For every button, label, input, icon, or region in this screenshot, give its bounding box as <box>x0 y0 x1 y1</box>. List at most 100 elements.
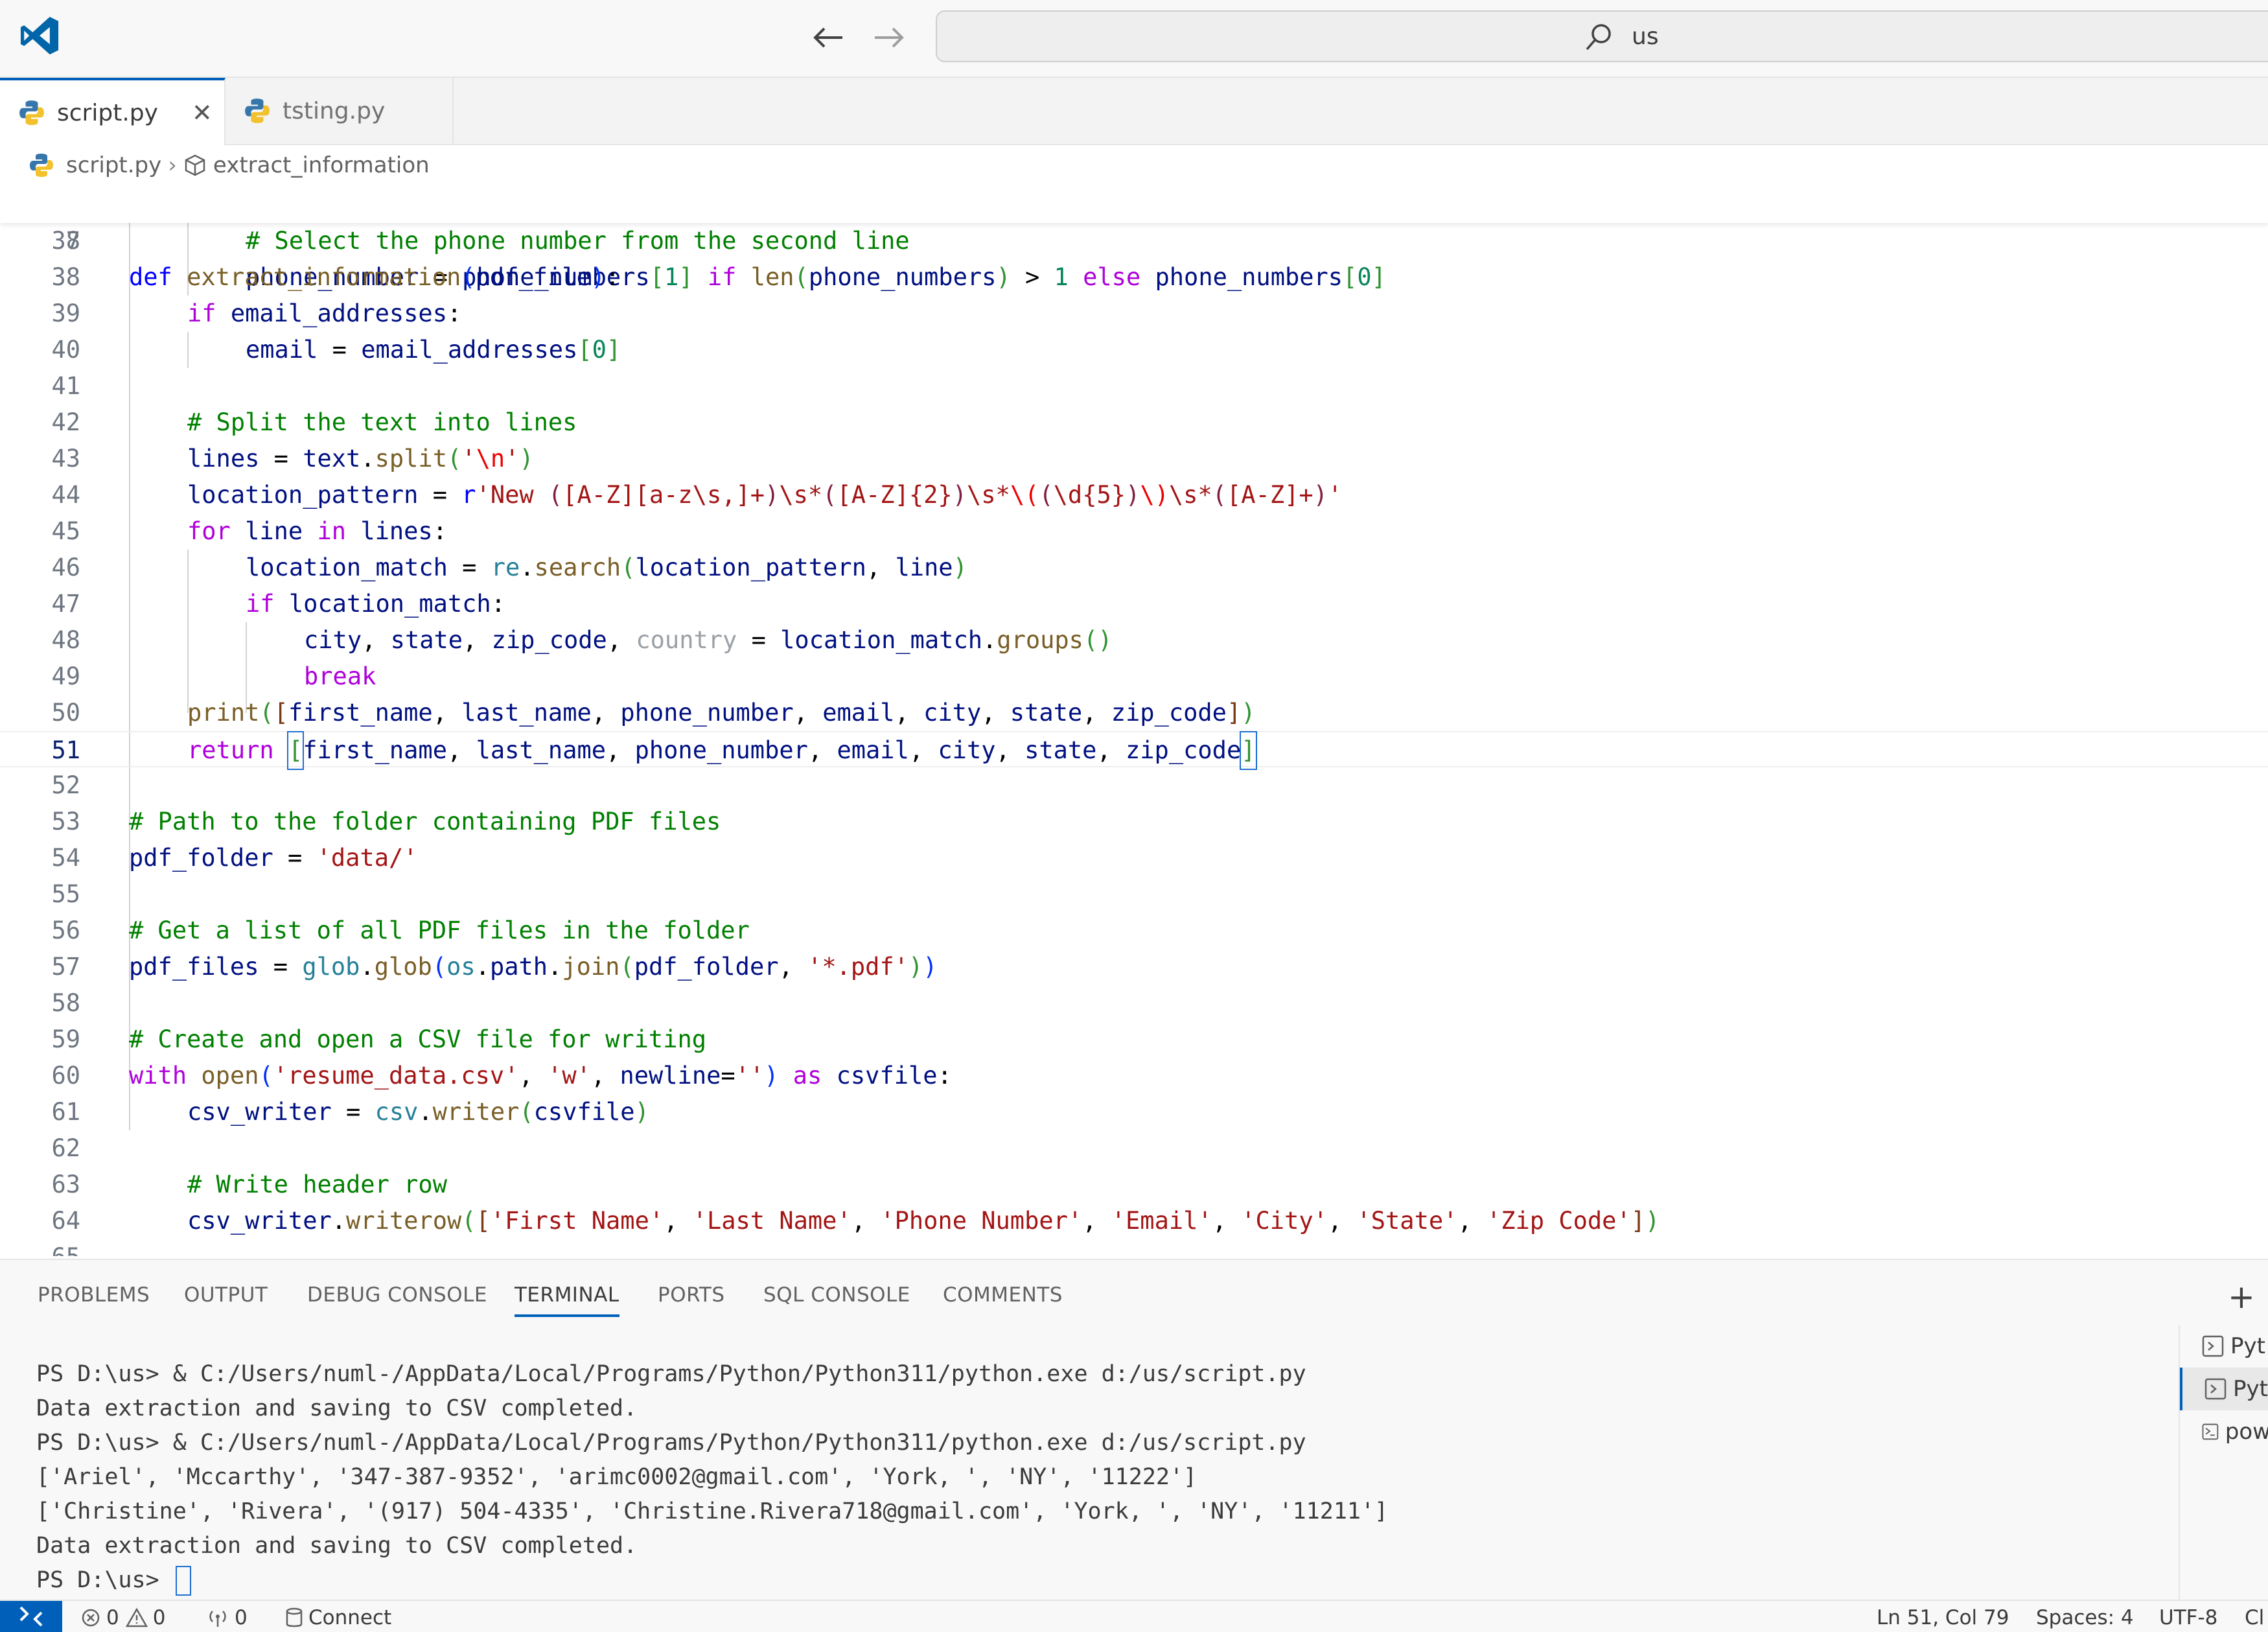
bottom-panel: PROBLEMS OUTPUT DEBUG CONSOLE TERMINAL P… <box>0 1259 2268 1601</box>
eol-status[interactable]: Cl <box>2245 1606 2264 1629</box>
ports-count: 0 <box>235 1606 248 1629</box>
code-row: 46 location_match = re.search(location_pa… <box>0 550 2268 586</box>
code-line: # Get a list of all PDF files in the fol… <box>129 916 750 944</box>
tab-terminal[interactable]: TERMINAL <box>515 1283 619 1317</box>
line-number: 49 <box>51 662 80 690</box>
line-number: 46 <box>51 554 80 581</box>
line-number: 55 <box>51 880 80 908</box>
remote-indicator-button[interactable] <box>0 1601 62 1632</box>
code-row: 55 <box>0 876 2268 913</box>
code-line: if email_addresses: <box>187 299 462 327</box>
line-number: 41 <box>51 372 80 400</box>
terminal-instance-label: Pyt <box>2233 1376 2268 1402</box>
terminal-prompt: PS D:\us> <box>36 1567 173 1593</box>
cursor-position[interactable]: Ln 51, Col 79 <box>1877 1606 2009 1629</box>
code-line: with open('resume_data.csv', 'w', newlin… <box>129 1062 952 1090</box>
code-row: 64 csv_writer.writerow(['First Name', 'La… <box>0 1203 2268 1239</box>
back-button[interactable] <box>809 18 848 57</box>
connect-label: Connect <box>308 1606 392 1629</box>
code-line: # Write header row <box>187 1171 447 1198</box>
code-row-current: 51 return [first_name, last_name, phone_n… <box>0 731 2268 770</box>
tab-comments[interactable]: COMMENTS <box>943 1283 1063 1307</box>
code-line: email = email_addresses[0] <box>246 336 621 364</box>
code-editor[interactable]: 8 def extract_information(pdf_file): 37 #… <box>0 187 2268 1256</box>
new-terminal-plus-icon[interactable]: + <box>2228 1278 2255 1316</box>
encoding-status[interactable]: UTF-8 <box>2159 1606 2217 1629</box>
broadcast-icon <box>209 1611 226 1627</box>
editor-tab-bar: script.py ✕ tsting.py <box>0 78 2268 145</box>
python-file-icon <box>19 100 44 125</box>
chevron-right-icon: › <box>168 152 177 178</box>
terminal-cursor <box>175 1566 191 1596</box>
code-line: break <box>304 662 376 690</box>
tab-debug-console[interactable]: DEBUG CONSOLE <box>307 1283 487 1307</box>
close-icon[interactable]: ✕ <box>192 99 213 127</box>
code-row: 52 <box>0 767 2268 804</box>
tab-ports[interactable]: PORTS <box>658 1283 725 1307</box>
line-number: 63 <box>51 1171 80 1198</box>
code-line: pdf_files = glob.glob(os.path.join(pdf_f… <box>129 953 938 981</box>
tab-script-py[interactable]: script.py ✕ <box>0 78 226 145</box>
terminal-line: ['Christine', 'Rivera', '(917) 504-4335'… <box>36 1498 1389 1524</box>
code-line: city, state, zip_code, country = locatio… <box>304 626 1113 654</box>
connect-status[interactable]: Connect <box>285 1606 391 1629</box>
terminal-instance-list: Pyt Pyt pow <box>2179 1325 2268 1601</box>
line-number: 60 <box>51 1062 80 1090</box>
code-row: 37 # Select the phone number from the sec… <box>0 223 2268 259</box>
line-number: 65 <box>26 1239 80 1256</box>
terminal-output[interactable]: PS D:\us> & C:/Users/numl-/AppData/Local… <box>36 1357 1388 1598</box>
terminal-line: PS D:\us> & C:/Users/numl-/AppData/Local… <box>36 1361 1306 1387</box>
code-line: # Path to the folder containing PDF file… <box>129 808 721 835</box>
code-line: print([first_name, last_name, phone_numb… <box>187 699 1256 727</box>
warning-icon <box>125 1607 148 1627</box>
terminal-instance-item-selected[interactable]: Pyt <box>2180 1368 2268 1410</box>
breadcrumb-file[interactable]: script.py <box>66 152 161 178</box>
line-number: 40 <box>51 336 80 364</box>
tab-label: tsting.py <box>283 97 386 124</box>
code-line: pdf_folder = 'data/' <box>129 844 418 872</box>
tab-problems[interactable]: PROBLEMS <box>38 1283 150 1307</box>
sticky-scroll-header[interactable]: 8 def extract_information(pdf_file): <box>0 187 2268 291</box>
code-row: 60 with open('resume_data.csv', 'w', newl… <box>0 1058 2268 1094</box>
line-number: 61 <box>51 1098 80 1126</box>
code-row: 65 <box>0 1239 2268 1256</box>
error-icon <box>82 1609 100 1627</box>
line-number: 62 <box>51 1134 80 1162</box>
line-number: 47 <box>51 590 80 618</box>
search-text: us <box>1632 23 1659 50</box>
symbol-method-icon <box>185 154 205 176</box>
vscode-logo-icon[interactable] <box>18 14 61 57</box>
code-line: # Select the phone number from the secon… <box>246 227 910 255</box>
code-row: 47 if location_match: <box>0 586 2268 622</box>
panel-tab-bar: PROBLEMS OUTPUT DEBUG CONSOLE TERMINAL P… <box>0 1260 2268 1336</box>
tab-output[interactable]: OUTPUT <box>184 1283 268 1307</box>
code-line: location_match = re.search(location_patt… <box>246 554 967 581</box>
ports-status[interactable]: 0 <box>206 1606 248 1629</box>
breadcrumb: script.py › extract_information <box>0 145 2268 185</box>
forward-button[interactable] <box>870 18 908 57</box>
terminal-instance-label: pow <box>2225 1419 2268 1445</box>
line-number: 45 <box>51 517 80 545</box>
command-center-search[interactable]: us <box>936 10 2268 62</box>
tab-sql-console[interactable]: SQL CONSOLE <box>763 1283 910 1307</box>
line-number: 54 <box>51 844 80 872</box>
line-number: 56 <box>51 916 80 944</box>
powershell-icon <box>2202 1423 2219 1440</box>
code-row: 59 # Create and open a CSV file for writi… <box>0 1021 2268 1058</box>
code-line: # Create and open a CSV file for writing <box>129 1025 707 1053</box>
line-number: 50 <box>51 699 80 727</box>
code-line: def extract_information(pdf_file): <box>129 263 620 291</box>
line-number: 64 <box>51 1207 80 1235</box>
code-row: 50 print([first_name, last_name, phone_nu… <box>0 695 2268 731</box>
tab-tsting-py[interactable]: tsting.py <box>226 78 454 144</box>
remote-icon <box>19 1606 43 1627</box>
terminal-instance-item[interactable]: pow <box>2180 1410 2268 1453</box>
terminal-instance-item[interactable]: Pyt <box>2180 1325 2268 1368</box>
problems-status[interactable]: 0 0 <box>80 1606 165 1629</box>
code-line: for line in lines: <box>187 517 447 545</box>
indentation-status[interactable]: Spaces: 4 <box>2036 1606 2134 1629</box>
tab-label: script.py <box>57 99 158 126</box>
code-row: 48 city, state, zip_code, country = locat… <box>0 622 2268 659</box>
code-row: 40 email = email_addresses[0] <box>0 332 2268 368</box>
breadcrumb-symbol[interactable]: extract_information <box>213 152 430 178</box>
